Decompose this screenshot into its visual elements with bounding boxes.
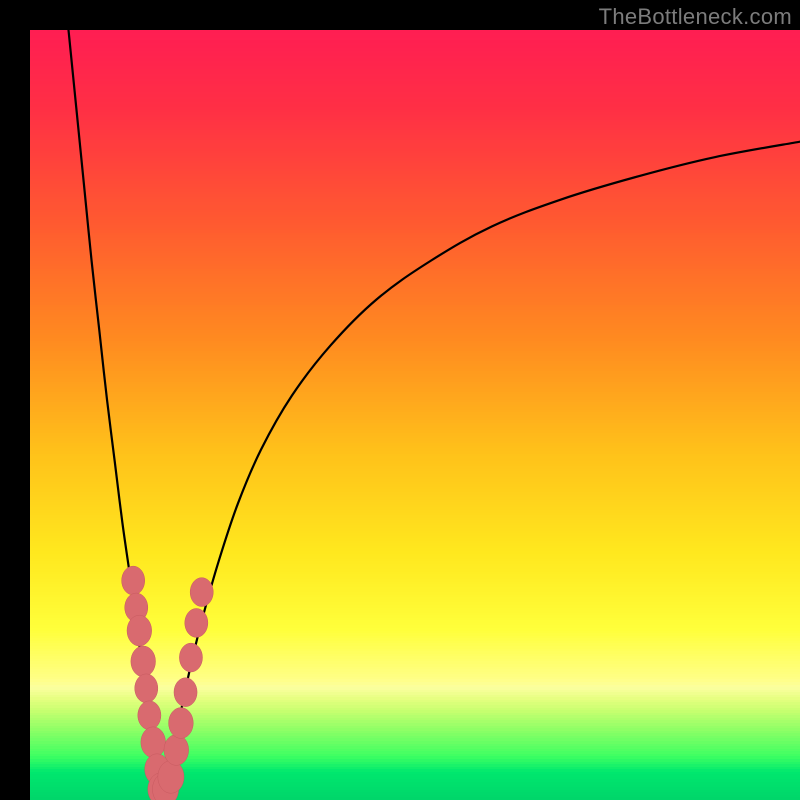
data-marker [185, 608, 208, 637]
data-marker [179, 643, 202, 672]
curve-layer [30, 30, 800, 800]
data-marker [141, 727, 166, 758]
data-marker [122, 566, 145, 595]
data-marker [169, 708, 194, 739]
data-marker [131, 646, 156, 677]
watermark-text: TheBottleneck.com [599, 4, 792, 30]
data-marker [174, 678, 197, 707]
data-marker [158, 761, 184, 794]
data-marker [135, 674, 158, 703]
plot-area [30, 30, 800, 800]
data-marker [138, 701, 161, 730]
data-markers [122, 566, 214, 800]
chart-frame: TheBottleneck.com [0, 0, 800, 800]
data-marker [190, 578, 213, 607]
data-marker [127, 615, 152, 646]
data-marker [164, 735, 189, 766]
curve-right-branch [161, 142, 800, 797]
